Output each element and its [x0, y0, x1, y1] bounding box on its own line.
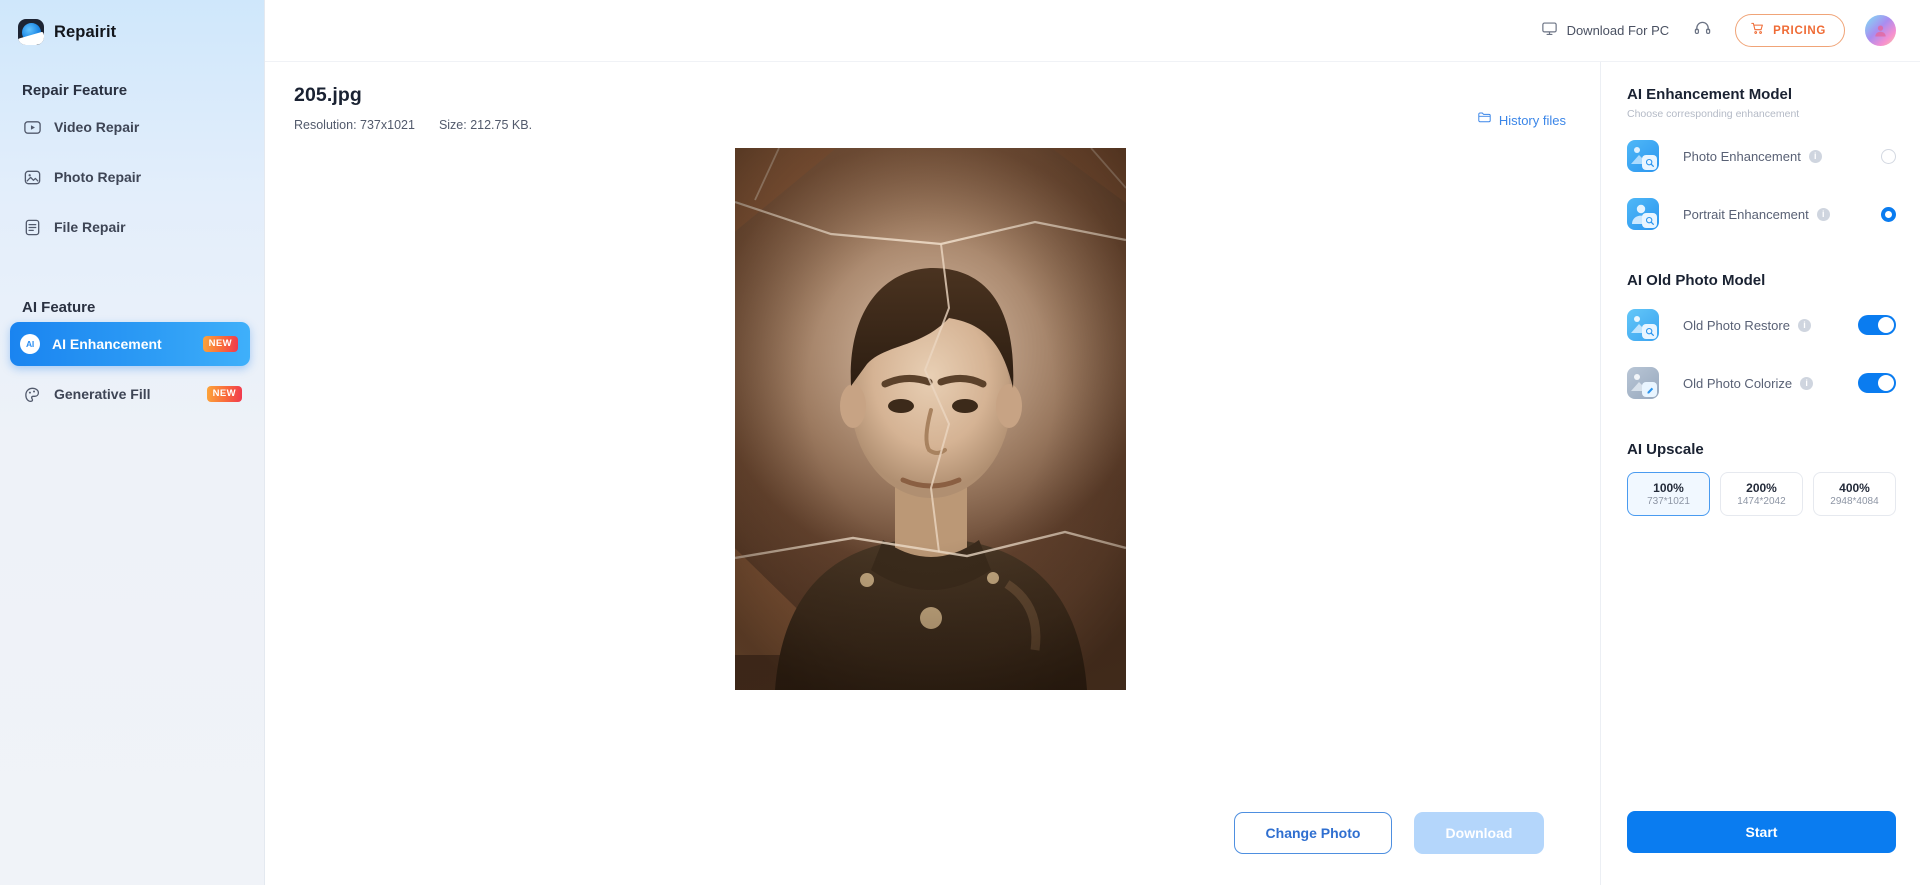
support-button[interactable] [1689, 18, 1715, 44]
toggle-old-photo-restore[interactable] [1858, 315, 1896, 335]
new-badge: NEW [206, 386, 242, 402]
cart-icon [1750, 21, 1765, 41]
upscale-title: AI Upscale [1627, 441, 1704, 458]
option-label: Old Photo Restore [1683, 317, 1790, 333]
page-title: 205.jpg [294, 84, 362, 106]
photo-repair-icon [22, 167, 42, 187]
sidebar-item-photo-repair[interactable]: Photo Repair [12, 155, 252, 199]
app-root: Repairit Repair Feature Video Repair Pho… [0, 0, 1920, 885]
sidebar-item-label: AI Enhancement [52, 336, 162, 352]
sidebar-item-video-repair[interactable]: Video Repair [12, 105, 252, 149]
content-region: 205.jpg Resolution: 737x1021 Size: 212.7… [265, 62, 1920, 885]
sidebar-item-generative-fill[interactable]: Generative Fill NEW [12, 372, 252, 416]
folder-icon [1477, 110, 1492, 130]
start-button[interactable]: Start [1627, 811, 1896, 853]
file-size: Size: 212.75 KB. [438, 118, 533, 132]
sidebar-section-title-repair: Repair Feature [22, 82, 128, 99]
option-old-photo-restore[interactable]: Old Photo Restore i [1627, 303, 1896, 347]
repairit-logo-icon [18, 19, 44, 45]
file-info-block: 205.jpg Resolution: 737x1021 Size: 212.7… [294, 84, 532, 132]
sidebar-item-file-repair[interactable]: File Repair [12, 205, 252, 249]
workspace: 205.jpg Resolution: 737x1021 Size: 212.7… [265, 62, 1600, 885]
option-label: Old Photo Colorize [1683, 375, 1793, 391]
sidebar-item-label: Video Repair [54, 119, 140, 135]
action-bar: Change Photo Download [294, 781, 1566, 885]
monitor-icon [1541, 20, 1558, 42]
upscale-percent: 100% [1653, 481, 1684, 495]
portrait-enhancement-icon [1627, 198, 1659, 230]
upscale-option-400[interactable]: 400% 2948*4084 [1813, 472, 1896, 516]
sidebar-item-label: Photo Repair [54, 169, 142, 185]
file-repair-icon [22, 217, 42, 237]
upscale-dimensions: 2948*4084 [1830, 496, 1879, 507]
info-icon[interactable]: i [1808, 149, 1822, 163]
download-button[interactable]: Download [1414, 812, 1544, 854]
pricing-label: PRICING [1773, 24, 1826, 37]
file-resolution: Resolution: 737x1021 [294, 118, 415, 132]
change-photo-button[interactable]: Change Photo [1234, 812, 1392, 854]
option-portrait-enhancement[interactable]: Portrait Enhancement i [1627, 192, 1896, 236]
app-logo[interactable]: Repairit [0, 0, 264, 50]
upscale-options: 100% 737*1021 200% 1474*2042 400% 2948*4… [1627, 472, 1896, 516]
option-old-photo-colorize[interactable]: Old Photo Colorize i [1627, 361, 1896, 405]
option-photo-enhancement[interactable]: Photo Enhancement i [1627, 134, 1896, 178]
generative-fill-icon [22, 384, 42, 404]
main-area: Download For PC PRICING 205.jpg Resoluti… [265, 0, 1920, 885]
old-photo-colorize-icon [1627, 367, 1659, 399]
info-icon[interactable]: i [1800, 376, 1814, 390]
upscale-option-100[interactable]: 100% 737*1021 [1627, 472, 1710, 516]
app-name: Repairit [54, 22, 117, 41]
settings-panel: AI Enhancement Model Choose correspondin… [1600, 62, 1920, 885]
upscale-percent: 200% [1746, 481, 1777, 495]
upscale-option-200[interactable]: 200% 1474*2042 [1720, 472, 1803, 516]
sidebar-section-title-ai: AI Feature [22, 299, 96, 316]
ai-enhancement-icon: AI [20, 334, 40, 354]
preview-canvas [294, 132, 1566, 781]
sidebar-item-ai-enhancement[interactable]: AI AI Enhancement NEW [10, 322, 250, 366]
avatar[interactable] [1865, 15, 1896, 46]
history-files-button[interactable]: History files [1477, 110, 1566, 130]
new-badge: NEW [202, 336, 238, 352]
upscale-dimensions: 737*1021 [1647, 496, 1690, 507]
history-files-label: History files [1498, 112, 1566, 128]
preview-image[interactable] [734, 148, 1126, 690]
info-icon[interactable]: i [1797, 318, 1811, 332]
upscale-dimensions: 1474*2042 [1737, 496, 1786, 507]
radio-portrait-enhancement[interactable] [1881, 206, 1896, 222]
info-icon[interactable]: i [1816, 207, 1830, 221]
upscale-percent: 400% [1839, 481, 1870, 495]
radio-photo-enhancement[interactable] [1881, 148, 1896, 164]
file-meta: Resolution: 737x1021 Size: 212.75 KB. [294, 118, 532, 132]
photo-enhancement-icon [1627, 140, 1659, 172]
download-for-pc-button[interactable]: Download For PC [1541, 20, 1670, 42]
file-header: 205.jpg Resolution: 737x1021 Size: 212.7… [294, 84, 1566, 132]
toggle-old-photo-colorize[interactable] [1858, 373, 1896, 393]
old-photo-restore-icon [1627, 309, 1659, 341]
sidebar-item-label: Generative Fill [54, 386, 151, 402]
old-photo-model-title: AI Old Photo Model [1627, 272, 1766, 289]
option-label: Portrait Enhancement [1683, 206, 1809, 222]
video-repair-icon [22, 117, 42, 137]
download-for-pc-label: Download For PC [1566, 23, 1670, 38]
sidebar: Repairit Repair Feature Video Repair Pho… [0, 0, 265, 885]
sidebar-item-label: File Repair [54, 219, 126, 235]
headset-icon [1693, 19, 1712, 43]
pricing-button[interactable]: PRICING [1735, 14, 1845, 47]
topbar: Download For PC PRICING [265, 0, 1920, 62]
option-label: Photo Enhancement [1683, 148, 1801, 164]
enhancement-model-subtitle: Choose corresponding enhancement [1627, 108, 1800, 120]
enhancement-model-title: AI Enhancement Model [1627, 86, 1793, 103]
